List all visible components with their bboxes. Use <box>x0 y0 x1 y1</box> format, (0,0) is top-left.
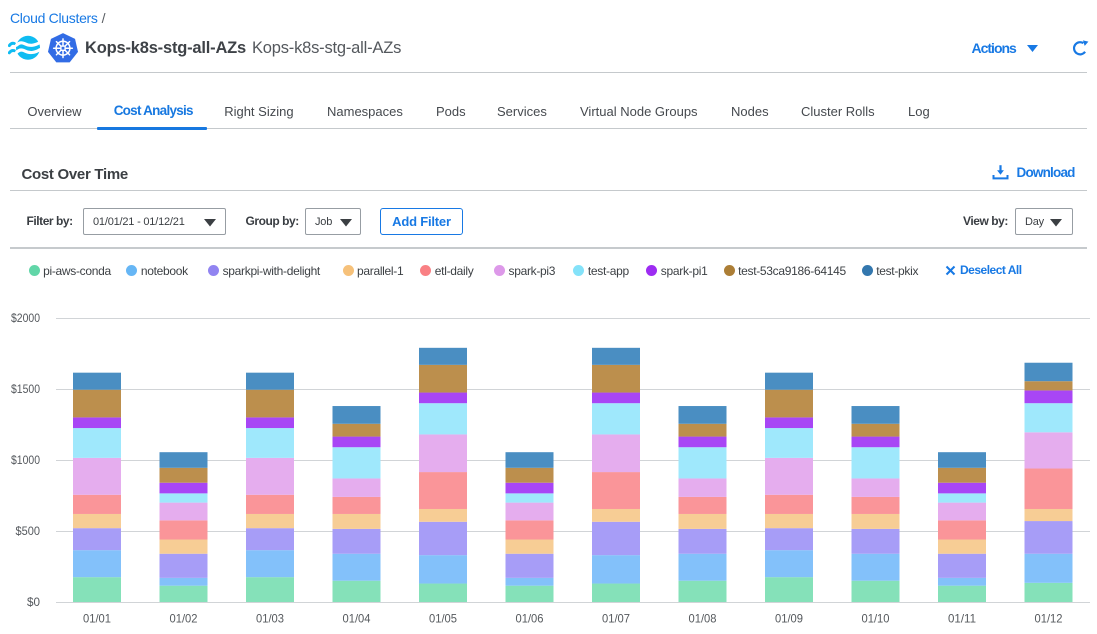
svg-text:01/01: 01/01 <box>83 612 111 626</box>
svg-text:$500: $500 <box>16 526 41 538</box>
svg-text:$0: $0 <box>27 597 40 609</box>
svg-text:01/09: 01/09 <box>775 612 803 626</box>
svg-text:01/08: 01/08 <box>689 612 717 626</box>
svg-text:01/11: 01/11 <box>948 612 976 626</box>
svg-text:01/02: 01/02 <box>170 612 198 626</box>
svg-text:01/12: 01/12 <box>1035 612 1063 626</box>
svg-text:01/05: 01/05 <box>429 612 457 626</box>
svg-text:$1000: $1000 <box>11 455 40 467</box>
svg-text:01/04: 01/04 <box>343 612 371 626</box>
svg-text:01/10: 01/10 <box>862 612 890 626</box>
svg-text:01/07: 01/07 <box>602 612 630 626</box>
svg-text:$2000: $2000 <box>11 313 40 325</box>
svg-text:$1500: $1500 <box>11 384 40 396</box>
svg-text:01/03: 01/03 <box>256 612 284 626</box>
svg-text:01/06: 01/06 <box>516 612 544 626</box>
